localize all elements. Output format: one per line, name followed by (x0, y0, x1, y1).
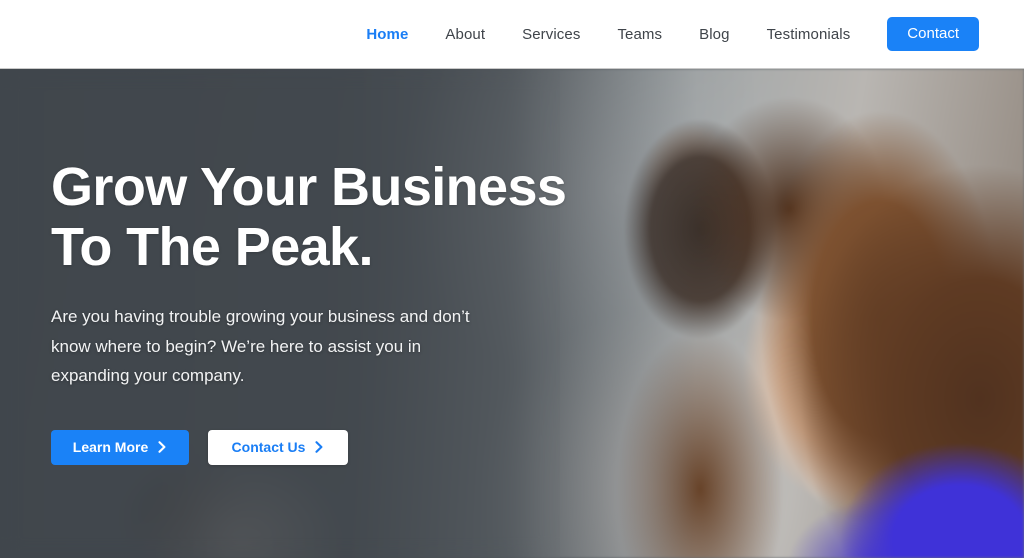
page-root: Home About Services Teams Blog Testimoni… (0, 0, 1024, 558)
nav-link-home[interactable]: Home (366, 26, 408, 43)
contact-us-button[interactable]: Contact Us (208, 429, 348, 465)
hero-section: Grow Your Business To The Peak. Are you … (0, 69, 1024, 558)
site-header: Home About Services Teams Blog Testimoni… (0, 0, 1024, 69)
hero-title: Grow Your Business To The Peak. (51, 157, 567, 277)
hero-content: Grow Your Business To The Peak. Are you … (0, 69, 1024, 558)
nav-link-teams[interactable]: Teams (617, 26, 662, 43)
hero-cta-group: Learn More Contact Us (51, 429, 1024, 465)
nav-link-about[interactable]: About (445, 26, 485, 43)
main-navigation: Home About Services Teams Blog Testimoni… (366, 26, 887, 43)
contact-us-label: Contact Us (231, 439, 306, 455)
hero-subtitle: Are you having trouble growing your busi… (51, 307, 470, 385)
nav-link-testimonials[interactable]: Testimonials (767, 26, 851, 43)
learn-more-button[interactable]: Learn More (51, 429, 189, 465)
nav-link-blog[interactable]: Blog (699, 26, 729, 43)
learn-more-label: Learn More (72, 439, 149, 455)
chevron-right-icon (158, 441, 167, 453)
nav-link-services[interactable]: Services (522, 26, 580, 43)
header-contact-button[interactable]: Contact (887, 17, 979, 51)
chevron-right-icon (315, 441, 324, 453)
